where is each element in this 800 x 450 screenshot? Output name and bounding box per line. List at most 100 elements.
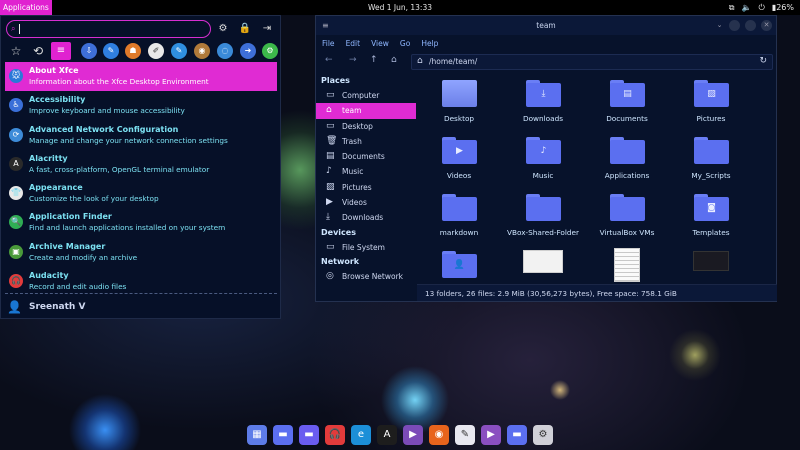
home-icon[interactable]: ⌂	[391, 55, 397, 65]
folder-item[interactable]: markdown	[417, 188, 501, 245]
folder-item[interactable]: VBox-Shared-Folder	[501, 188, 585, 245]
app-item[interactable]: 👕 Appearance Customize the look of your de…	[5, 179, 277, 208]
sidebar-item-file-system[interactable]: ▭ File System	[316, 240, 416, 255]
network-icon[interactable]: ⧉	[729, 3, 735, 13]
image-file[interactable]	[669, 245, 753, 284]
graphics-icon[interactable]: ✐	[148, 43, 164, 59]
favorites-star-icon[interactable]: ☆	[8, 43, 24, 59]
trash-icon: 🗑	[326, 135, 338, 146]
folder-item[interactable]: VirtualBox VMs	[585, 188, 669, 245]
file-name: Documents	[606, 114, 648, 123]
text-cursor	[19, 24, 20, 34]
menu-file[interactable]: File	[322, 36, 335, 51]
dock-edge-icon[interactable]: e	[351, 425, 371, 445]
folder-item[interactable]: ▨ Pictures	[669, 74, 753, 131]
sidebar-item-documents[interactable]: ▤ Documents	[316, 149, 416, 164]
folder-item[interactable]: Applications	[585, 131, 669, 188]
dock-editor-icon[interactable]: ✎	[455, 425, 475, 445]
logout-icon[interactable]: ⇥	[260, 22, 274, 36]
dock-folder3-icon[interactable]: ▬	[507, 425, 527, 445]
window-titlebar[interactable]: ≡ team ⌄ ✕	[316, 16, 776, 35]
applications-menu-button[interactable]: Applications	[0, 0, 52, 15]
office-icon[interactable]: ➜	[240, 43, 256, 59]
app-item[interactable]: 🎧 Audacity Record and edit audio files	[5, 267, 277, 292]
dock-media-icon[interactable]: ▶	[481, 425, 501, 445]
sidebar-item-label: team	[342, 106, 362, 116]
up-arrow-icon[interactable]: ↑	[370, 55, 378, 65]
battery-icon[interactable]: ▮26%	[772, 3, 794, 12]
menu-view[interactable]: View	[371, 36, 389, 51]
multimedia-icon[interactable]: ◉	[194, 43, 210, 59]
dock-firefox-icon[interactable]: ◉	[429, 425, 449, 445]
computer-icon: ▭	[326, 90, 335, 100]
sidebar-item-browse-network[interactable]: ◎ Browse Network	[316, 269, 416, 284]
app-description: Create and modify an archive	[29, 252, 138, 262]
forward-arrow-icon[interactable]: →	[349, 55, 357, 65]
sidebar-item-team[interactable]: ⌂ team	[316, 103, 416, 119]
folder-item[interactable]: ◙ Templates	[669, 188, 753, 245]
app-item[interactable]: ⟳ Advanced Network Configuration Manage an…	[5, 121, 277, 150]
lock-icon[interactable]: 🔒	[238, 22, 252, 36]
settings-icon[interactable]: ⚙	[216, 22, 230, 36]
menu-go[interactable]: Go	[400, 36, 410, 51]
folder-item[interactable]: ⤓ Downloads	[501, 74, 585, 131]
dock-folder-icon[interactable]: ▬	[273, 425, 293, 445]
app-item[interactable]: A Alacritty A fast, cross-platform, OpenGL…	[5, 150, 277, 179]
sidebar-item-pictures[interactable]: ▨ Pictures	[316, 180, 416, 195]
system-icon[interactable]: ⚙	[262, 43, 278, 59]
recent-history-icon[interactable]: ⟲	[30, 43, 46, 59]
image-file[interactable]	[585, 245, 669, 284]
app-item[interactable]: 🐭 About Xfce Information about the Xfce De…	[5, 62, 277, 92]
internet-icon[interactable]: ◌	[217, 43, 233, 59]
minimize-button[interactable]	[729, 20, 740, 31]
minimize-icon[interactable]: ⌄	[714, 20, 725, 31]
sidebar-item-downloads[interactable]: ⤓ Downloads	[316, 210, 416, 225]
power-icon[interactable]: ⏻	[758, 3, 764, 13]
all-applications-icon[interactable]: ≡	[51, 42, 71, 60]
app-item[interactable]: 🔍 Application Finder Find and launch appli…	[5, 208, 277, 237]
dock-audacity-icon[interactable]: 🎧	[325, 425, 345, 445]
sidebar-item-label: Desktop	[342, 121, 373, 131]
accessories-icon[interactable]: ⇩	[81, 43, 97, 59]
back-arrow-icon[interactable]: ←	[325, 55, 333, 65]
app-item[interactable]: ♿ Accessibility Improve keyboard and mouse…	[5, 91, 277, 120]
menu-edit[interactable]: Edit	[346, 36, 361, 51]
folder-item[interactable]: My_Scripts	[669, 131, 753, 188]
menu-help[interactable]: Help	[421, 36, 438, 51]
speaker-icon[interactable]: 🔈	[742, 3, 752, 12]
window-title: team	[536, 21, 556, 30]
sidebar-item-videos[interactable]: ▶ Videos	[316, 195, 416, 210]
folder-icon: ▶	[442, 137, 477, 164]
folder-item[interactable]: ▤ Documents	[585, 74, 669, 131]
sidebar-item-desktop[interactable]: ▭ Desktop	[316, 119, 416, 134]
folder-icon	[610, 137, 645, 164]
sidebar-item-music[interactable]: ♪ Music	[316, 164, 416, 179]
clock[interactable]: Wed 1 Jun, 13:33	[0, 0, 800, 15]
folder-item[interactable]: ♪ Music	[501, 131, 585, 188]
sidebar-item-computer[interactable]: ▭ Computer	[316, 88, 416, 103]
dock-settings-icon[interactable]: ⚙	[533, 425, 553, 445]
development-icon[interactable]: ✎	[103, 43, 119, 59]
folder-icon: ▨	[694, 80, 729, 107]
reload-icon[interactable]: ↻	[759, 56, 767, 66]
image-file[interactable]	[501, 245, 585, 284]
dock-app-grid-icon[interactable]: ▦	[247, 425, 267, 445]
close-button[interactable]: ✕	[761, 20, 772, 31]
dock-alacritty-icon[interactable]: A	[377, 425, 397, 445]
folder-item[interactable]: 👤	[417, 245, 501, 284]
search-input[interactable]: ⌕	[6, 20, 211, 38]
folder-item[interactable]: ▶ Videos	[417, 131, 501, 188]
folder-item[interactable]: Desktop	[417, 74, 501, 131]
archive-icon: ▣	[9, 244, 23, 259]
maximize-button[interactable]	[745, 20, 756, 31]
location-bar[interactable]: ⌂ /home/team/ ↻	[411, 54, 773, 70]
app-description: Information about the Xfce Desktop Envir…	[29, 77, 209, 86]
search-icon: ⌕	[11, 24, 16, 33]
education-icon[interactable]: ✎	[171, 43, 187, 59]
app-name: Audacity	[29, 271, 69, 281]
sidebar-item-trash[interactable]: 🗑 Trash	[316, 134, 416, 149]
dock-folder2-icon[interactable]: ▬	[299, 425, 319, 445]
app-item[interactable]: ▣ Archive Manager Create and modify an arc…	[5, 238, 277, 267]
games-icon[interactable]: ☗	[125, 43, 141, 59]
dock-video-icon[interactable]: ▶	[403, 425, 423, 445]
